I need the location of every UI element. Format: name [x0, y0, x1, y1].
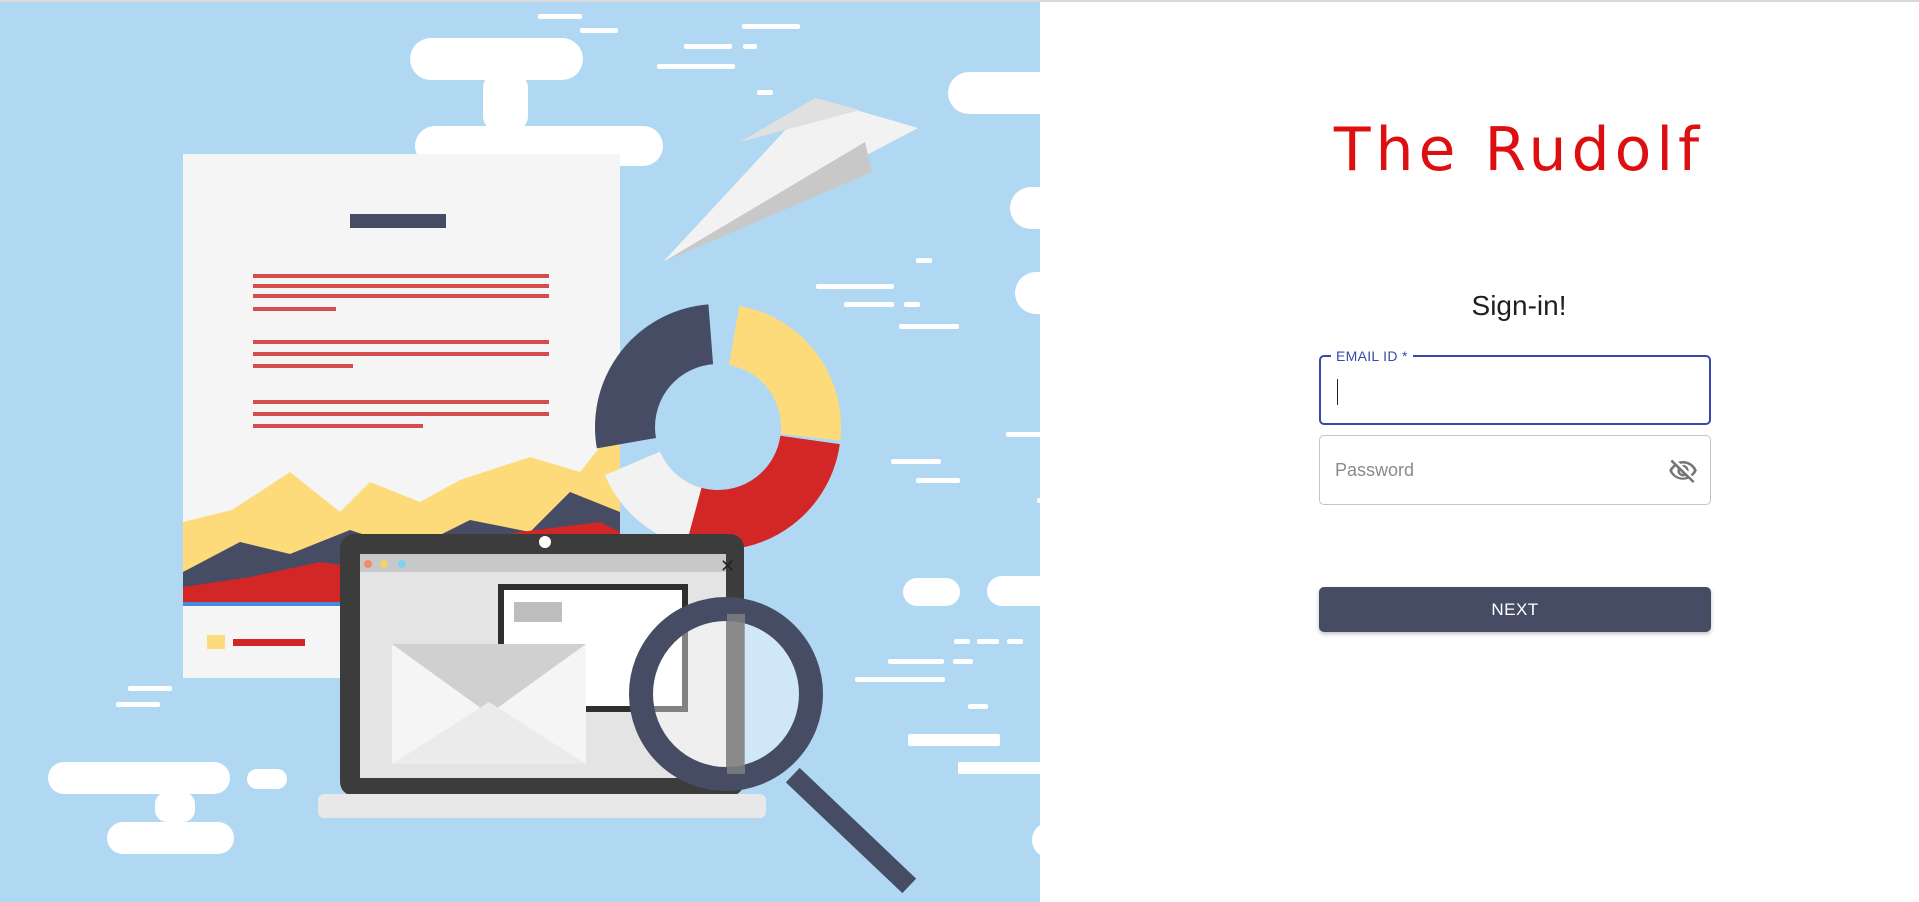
email-input[interactable]: [1336, 357, 1666, 423]
text-caret: [1337, 379, 1338, 405]
next-button[interactable]: NEXT: [1319, 587, 1711, 632]
email-field[interactable]: EMAIL ID *: [1319, 347, 1711, 425]
hero-illustration: ✕: [0, 2, 1119, 902]
sign-in-page: ✕ The Rudolf Sign-in! EMAIL ID * NEXT: [0, 0, 1919, 902]
envelope-icon: [392, 644, 586, 764]
password-input[interactable]: [1335, 436, 1665, 504]
form-title: Sign-in!: [1471, 290, 1567, 321]
brand-title: The Rudolf: [1333, 115, 1705, 185]
password-field[interactable]: [1319, 435, 1711, 505]
eye-off-icon[interactable]: [1668, 456, 1698, 486]
svg-text:✕: ✕: [720, 556, 735, 577]
login-panel: The Rudolf Sign-in! EMAIL ID * NEXT: [1119, 2, 1919, 902]
